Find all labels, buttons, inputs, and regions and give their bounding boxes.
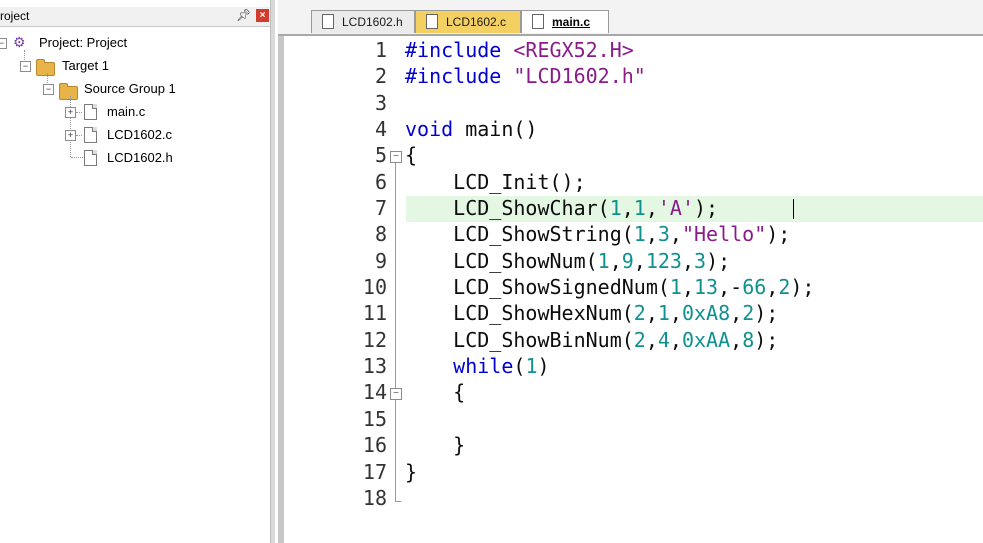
project-panel-title: roject xyxy=(0,9,30,23)
project-panel: roject 📌︎ × − ⚙ Project: Project − Targe… xyxy=(0,0,275,543)
folder-icon xyxy=(59,83,78,100)
panel-splitter[interactable] xyxy=(270,0,275,543)
line-number: 8 xyxy=(374,222,387,246)
fold-guide xyxy=(395,163,396,481)
pin-icon[interactable]: 📌︎ xyxy=(236,8,251,22)
tab-lcd1602-c[interactable]: LCD1602.c xyxy=(415,10,521,33)
tree-item-source-group[interactable]: − Source Group 1 xyxy=(0,80,260,100)
code-line: LCD_Init(); xyxy=(405,170,586,194)
line-number: 6 xyxy=(374,170,387,194)
line-number: 14 xyxy=(362,380,387,404)
tree-item-label: LCD1602.h xyxy=(107,150,173,165)
expand-icon[interactable]: + xyxy=(65,107,76,118)
line-number: 12 xyxy=(362,328,387,352)
code-line: #include <REGX52.H> xyxy=(405,38,634,62)
code-line: LCD_ShowHexNum(2,1,0xA8,2); xyxy=(405,301,779,325)
code-line: void main() xyxy=(405,117,538,141)
collapse-icon[interactable]: − xyxy=(43,84,54,95)
file-icon xyxy=(426,14,438,29)
tab-label: main.c xyxy=(552,15,591,29)
project-panel-header: roject 📌︎ × xyxy=(0,7,272,27)
line-number: 15 xyxy=(362,407,387,431)
file-icon xyxy=(532,14,544,29)
collapse-icon[interactable]: − xyxy=(20,61,31,72)
text-caret xyxy=(793,199,794,219)
line-number: 10 xyxy=(362,275,387,299)
file-icon xyxy=(322,14,334,29)
tab-label: LCD1602.h xyxy=(342,15,403,29)
tab-label: LCD1602.c xyxy=(446,15,507,29)
file-icon xyxy=(84,104,97,120)
code-line: #include "LCD1602.h" xyxy=(405,64,646,88)
code-line: LCD_ShowSignedNum(1,13,-66,2); xyxy=(405,275,815,299)
line-number: 3 xyxy=(374,91,387,115)
close-icon[interactable]: × xyxy=(256,9,269,22)
tree-item-target[interactable]: − Target 1 xyxy=(0,57,260,76)
line-number: 2 xyxy=(374,64,387,88)
line-number: 11 xyxy=(362,301,387,325)
code-line: { xyxy=(405,380,466,404)
tree-item-label: main.c xyxy=(107,104,146,119)
code-line: { xyxy=(405,143,418,167)
line-number: 9 xyxy=(374,249,387,273)
code-line: LCD_ShowChar(1,1,'A'); xyxy=(405,196,719,220)
tree-item-label: LCD1602.c xyxy=(107,127,173,142)
tab-lcd1602-h[interactable]: LCD1602.h xyxy=(311,10,415,33)
tree-item-project[interactable]: − ⚙ Project: Project xyxy=(0,34,260,52)
code-line: } xyxy=(405,460,418,484)
line-number: 5 xyxy=(374,143,387,167)
code-line: } xyxy=(405,433,466,457)
code-line: while(1) xyxy=(453,354,550,378)
tree-item-label: Project: Project xyxy=(39,35,128,50)
code-line: LCD_ShowString(1,3,"Hello"); xyxy=(405,222,791,246)
line-number: 13 xyxy=(362,354,387,378)
tree-item-lcd1602-h[interactable]: LCD1602.h xyxy=(0,149,260,167)
tree-item-label: Source Group 1 xyxy=(84,81,176,96)
fold-collapse-icon[interactable]: − xyxy=(390,151,402,163)
editor-tab-bar: LCD1602.h LCD1602.c main.c xyxy=(278,0,983,36)
line-number: 17 xyxy=(362,460,387,484)
fold-collapse-icon[interactable]: − xyxy=(390,388,402,400)
line-number: 7 xyxy=(374,196,387,220)
collapse-icon[interactable]: − xyxy=(0,38,7,49)
target-icon xyxy=(36,59,55,76)
tab-main-c[interactable]: main.c xyxy=(521,10,609,33)
tree-item-lcd1602-c[interactable]: + LCD1602.c xyxy=(0,126,260,144)
file-icon xyxy=(84,127,97,143)
code-editor[interactable]: 1 2 3 4 5 6 7 8 9 10 11 12 13 14 15 16 1… xyxy=(278,36,983,543)
tree-item-label: Target 1 xyxy=(62,58,109,73)
line-number: 4 xyxy=(374,117,387,141)
line-number: 18 xyxy=(362,486,387,510)
tree-item-main-c[interactable]: + main.c xyxy=(0,103,260,121)
line-number: 1 xyxy=(374,38,387,62)
code-line: LCD_ShowNum(1,9,123,3); xyxy=(405,249,731,273)
code-line: LCD_ShowBinNum(2,4,0xAA,8); xyxy=(405,328,779,352)
file-icon xyxy=(84,150,97,166)
expand-icon[interactable]: + xyxy=(65,130,76,141)
line-number: 16 xyxy=(362,433,387,457)
project-icon: ⚙ xyxy=(13,34,26,50)
fold-guide-end xyxy=(395,481,401,502)
